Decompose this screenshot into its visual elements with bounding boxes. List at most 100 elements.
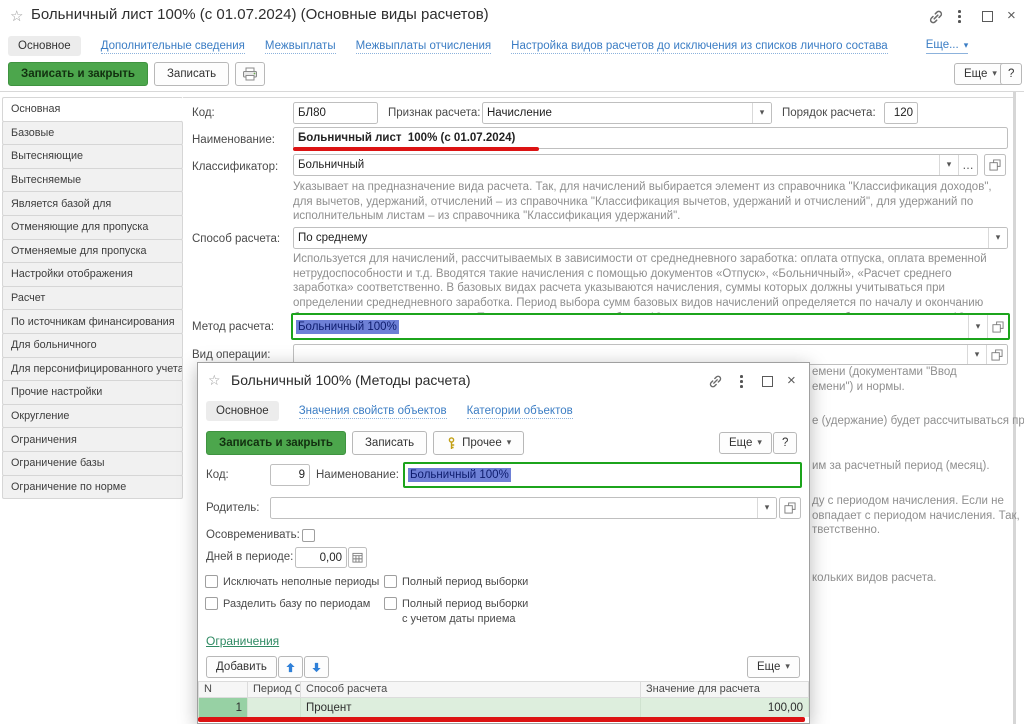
open-item-icon[interactable] (986, 345, 1007, 364)
modal-save-and-close-button[interactable]: Записать и закрыть (206, 431, 346, 455)
code-label: Код: (192, 107, 215, 119)
days-calendar-button[interactable] (348, 547, 367, 568)
nav-more-button[interactable]: Еще...▾ (926, 38, 969, 54)
cell-znachenie[interactable]: 100,00 (641, 698, 809, 717)
col-header-znachenie[interactable]: Значение для расчета (641, 681, 809, 698)
main-more-button[interactable]: Еще▾ (954, 63, 1007, 85)
more-menu-kebab-icon[interactable] (740, 375, 743, 388)
help-button[interactable]: ? (1000, 63, 1022, 85)
col-header-sposob[interactable]: Способ расчета (301, 681, 641, 698)
chevron-down-icon[interactable]: ▾ (968, 315, 987, 338)
ellipsis-choose-icon[interactable]: … (958, 155, 977, 175)
table-row[interactable]: 1 Процент 100,00 (198, 698, 809, 717)
col-header-n[interactable]: N (198, 681, 248, 698)
bg-text-fragment: емени (документами "Ввод (812, 366, 957, 378)
method-field-highlighted[interactable]: Больничный 100% ▾ (291, 313, 1010, 340)
modal-name-field-highlighted[interactable]: Больничный 100% (403, 462, 802, 488)
chevron-down-icon[interactable]: ▾ (757, 498, 776, 518)
sidebar-item-yavlyaetsya-bazoy[interactable]: Является базой для (2, 191, 183, 216)
sidebar-item-okruglenie[interactable]: Округление (2, 404, 183, 429)
maximize-icon[interactable] (762, 376, 773, 387)
split-base-by-periods-checkbox[interactable] (205, 597, 218, 610)
add-row-button[interactable]: Добавить (206, 656, 277, 678)
copy-link-icon[interactable] (708, 374, 723, 394)
more-menu-kebab-icon[interactable] (958, 10, 961, 23)
modernize-checkbox[interactable] (302, 529, 315, 542)
calc-way-select[interactable]: По среднему ▾ (293, 227, 1008, 249)
cell-sposob[interactable]: Процент (301, 698, 641, 717)
sidebar-item-ogranichenie-bazy[interactable]: Ограничение базы (2, 451, 183, 476)
name-label: Наименование: (192, 134, 275, 146)
maximize-icon[interactable] (982, 11, 993, 22)
classifier-select[interactable]: Больничный ▾ … (293, 154, 978, 176)
sidebar-item-personifitsirovannyy-uchet[interactable]: Для персонифицированного учета (2, 357, 183, 382)
modal-parent-select[interactable]: ▾ (270, 497, 777, 519)
cell-n[interactable]: 1 (198, 698, 248, 717)
name-input[interactable]: Больничный лист 100% (с 01.07.2024) (293, 127, 1008, 149)
sidebar-item-vytesnyayushchie[interactable]: Вытесняющие (2, 144, 183, 169)
sidebar-item-otmenyaemye[interactable]: Отменяемые для пропуска (2, 239, 183, 264)
modal-title: Больничный 100% (Методы расчета) (231, 372, 471, 388)
favorite-star-icon[interactable]: ☆ (10, 7, 23, 25)
col-header-period[interactable]: Период С (248, 681, 301, 698)
sidebar-item-raschet[interactable]: Расчет (2, 286, 183, 311)
sidebar-item-ogranicheniya[interactable]: Ограничения (2, 427, 183, 452)
sidebar-item-otmenyayushchie[interactable]: Отменяющие для пропуска (2, 215, 183, 240)
nav-link-mezhvyplaty-otchisleniya[interactable]: Межвыплаты отчисления (356, 39, 492, 54)
arrow-down-icon (311, 662, 322, 673)
close-icon[interactable]: × (787, 374, 796, 388)
open-item-icon[interactable] (987, 315, 1008, 338)
chevron-down-icon[interactable]: ▾ (752, 103, 771, 123)
modal-days-label: Дней в периоде: (206, 551, 293, 563)
chevron-down-icon[interactable]: ▾ (988, 228, 1007, 248)
app-window: ☆ Больничный лист 100% (с 01.07.2024) (О… (0, 0, 1024, 724)
cell-period[interactable] (248, 698, 301, 717)
calc-sign-select[interactable]: Начисление ▾ (482, 102, 772, 124)
save-button[interactable]: Записать (154, 62, 229, 86)
modal-help-button[interactable]: ? (773, 432, 797, 454)
full-sampling-hire-date-checkbox[interactable] (384, 597, 397, 610)
chevron-down-icon[interactable]: ▾ (939, 155, 958, 175)
form-right-scrollbar[interactable] (1013, 92, 1016, 724)
bg-text-fragment: кольких видов расчета. (812, 572, 937, 584)
sidebar-item-prochie-nastroyki[interactable]: Прочие настройки (2, 380, 183, 405)
sidebar-item-ogranichenie-po-norme[interactable]: Ограничение по норме (2, 475, 183, 500)
sidebar-item-dlya-bolnichnogo[interactable]: Для больничного (2, 333, 183, 358)
close-icon[interactable]: × (1007, 9, 1016, 23)
modal-nav-link-kategorii[interactable]: Категории объектов (467, 404, 573, 419)
modal-more-button[interactable]: Еще▾ (719, 432, 772, 454)
sidebar-item-istochniki-finansirovaniya[interactable]: По источникам финансирования (2, 309, 183, 334)
copy-link-icon[interactable] (928, 9, 944, 30)
table-more-button[interactable]: Еще▾ (747, 656, 800, 678)
tab-osnovnoe[interactable]: Основное (8, 36, 81, 56)
modal-code-input[interactable]: 9 (270, 464, 310, 486)
exclude-incomplete-periods-checkbox[interactable] (205, 575, 218, 588)
favorite-star-icon[interactable]: ☆ (208, 373, 221, 389)
save-and-close-button[interactable]: Записать и закрыть (8, 62, 148, 86)
move-row-up-button[interactable] (278, 656, 303, 678)
modal-tab-osnovnoe[interactable]: Основное (206, 401, 279, 421)
modal-code-label: Код: (206, 469, 229, 481)
modal-save-button[interactable]: Записать (352, 431, 427, 455)
modal-other-button[interactable]: Прочее ▾ (433, 431, 524, 455)
modal-nav-link-svoystva[interactable]: Значения свойств объектов (299, 404, 447, 419)
sidebar-item-vytesnyaemye[interactable]: Вытесняемые (2, 168, 183, 193)
days-in-period-input[interactable]: 0,00 (295, 547, 347, 568)
sidebar-item-nastroyki-otobrazheniya[interactable]: Настройки отображения (2, 262, 183, 287)
sidebar-item-bazovye[interactable]: Базовые (2, 121, 183, 146)
method-value[interactable]: Больничный 100% (293, 315, 968, 338)
move-row-down-button[interactable] (304, 656, 329, 678)
nav-link-dop-svedeniya[interactable]: Дополнительные сведения (101, 39, 245, 54)
calc-order-input[interactable]: 120 (884, 102, 918, 124)
nav-link-mezhvyplaty[interactable]: Межвыплаты (265, 39, 336, 54)
modal-parent-open-button[interactable] (779, 497, 801, 519)
nav-link-nastroyka-vidov[interactable]: Настройка видов расчетов до исключения и… (511, 39, 888, 54)
chevron-down-icon: ▾ (785, 662, 790, 672)
print-button[interactable] (235, 62, 265, 86)
full-sampling-period-checkbox[interactable] (384, 575, 397, 588)
sidebar-item-osnovnaya[interactable]: Основная (2, 97, 183, 122)
classifier-open-button[interactable] (984, 154, 1006, 176)
chevron-down-icon[interactable]: ▾ (967, 345, 986, 364)
restrictions-link[interactable]: Ограничения (206, 634, 279, 648)
code-input[interactable]: БЛ80 (293, 102, 378, 124)
